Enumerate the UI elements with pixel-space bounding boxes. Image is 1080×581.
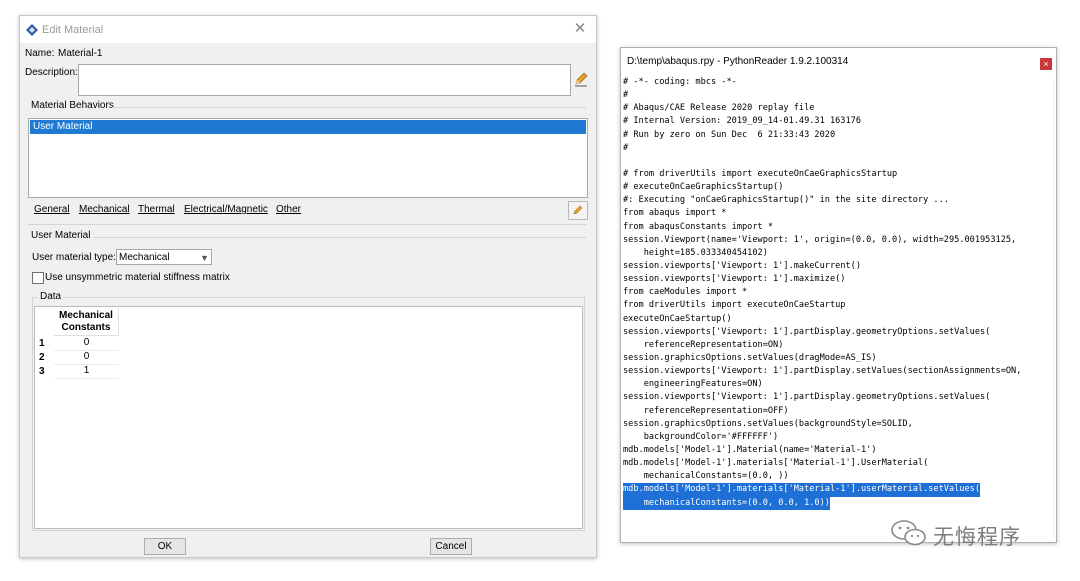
code-line: # Abaqus/CAE Release 2020 replay file [623,103,815,114]
table-cell[interactable]: 1 [54,364,119,379]
close-icon[interactable]: ✕ [572,21,588,37]
material-name: Material-1 [58,48,103,59]
code-line: # -*- coding: mbcs -*- [623,77,737,87]
code-line: session.graphicsOptions.setValues(backgr… [623,418,913,429]
menu-electrical-magnetic[interactable]: Electrical/Magnetic [184,204,268,215]
divider [28,224,586,225]
code-line: # executeOnCaeGraphicsStartup() [623,182,784,193]
code-line: backgroundColor='#FFFFFF') [623,431,779,442]
divider [94,237,586,238]
menu-other[interactable]: Other [276,204,301,215]
dialog-titlebar[interactable]: Edit Material ✕ [20,16,596,43]
code-line: from caeModules import * [623,287,748,298]
selection-highlight: mechanicalConstants=(0.0, 0.0, 1.0)) [623,496,830,510]
code-line: session.viewports['Viewport: 1'].makeCur… [623,260,861,271]
divider [1053,78,1054,538]
description-field[interactable] [78,64,571,96]
edit-behavior-button[interactable] [568,201,588,220]
menu-mechanical[interactable]: Mechanical [79,204,130,215]
code-line: referenceRepresentation=ON) [623,339,784,350]
python-reader-window: D:\temp\abaqus.rpy - PythonReader 1.9.2.… [620,47,1057,543]
menu-thermal[interactable]: Thermal [138,204,175,215]
code-view[interactable]: # -*- coding: mbcs -*- # # Abaqus/CAE Rele… [623,76,1053,510]
code-line: session.Viewport(name='Viewport: 1', ori… [623,234,1017,245]
material-type-select[interactable]: Mechanical ▼ [116,249,212,265]
close-icon[interactable]: × [1040,58,1052,70]
material-type-value: Mechanical [119,252,170,263]
code-line: # [623,90,629,101]
dialog-title: Edit Material [42,24,104,36]
code-line: session.viewports['Viewport: 1'].maximiz… [623,274,846,285]
code-line: # Internal Version: 2019_09_14-01.49.31 … [623,116,861,127]
divider [112,107,586,108]
cancel-button[interactable]: Cancel [430,538,472,555]
table-cell[interactable]: 0 [54,350,119,365]
description-label: Description: [25,67,78,78]
python-reader-titlebar[interactable]: D:\temp\abaqus.rpy - PythonReader 1.9.2.… [621,48,1056,74]
material-behaviors-title: Material Behaviors [31,100,114,111]
name-label: Name: [25,48,55,59]
menu-general[interactable]: General [34,204,70,215]
code-line: from abaqusConstants import * [623,221,774,232]
code-line: referenceRepresentation=OFF) [623,405,789,416]
table-cell[interactable]: 0 [54,336,119,351]
behavior-item-user-material[interactable]: User Material [30,120,586,134]
watermark-text: 无悔程序 [933,525,1021,549]
edit-material-dialog: Edit Material ✕ Name: Material-1 Descrip… [19,15,597,558]
unsymmetric-label: Use unsymmetric material stiffness matri… [45,272,230,283]
code-line: # [623,142,629,153]
column-header-mechanical-constants: Mechanical Constants [54,308,119,336]
code-line: executeOnCaeStartup() [623,313,732,324]
code-line: mechanicalConstants=(0.0, )) [623,471,789,482]
ok-button[interactable]: OK [144,538,186,555]
code-line-highlighted: mechanicalConstants=(0.0, 0.0, 1.0)) [623,496,1053,510]
row-index: 2 [39,352,45,363]
code-line: session.viewports['Viewport: 1'].partDis… [623,366,1022,377]
code-line: height=185.033340454102) [623,247,768,258]
abaqus-logo-icon [26,24,38,36]
code-line: session.viewports['Viewport: 1'].partDis… [623,326,991,337]
python-reader-title: D:\temp\abaqus.rpy - PythonReader 1.9.2.… [627,56,849,67]
code-line: engineeringFeatures=ON) [623,379,763,390]
code-line: # from driverUtils import executeOnCaeGr… [623,168,898,179]
unsymmetric-checkbox[interactable] [32,272,44,284]
code-line: mdb.models['Model-1'].materials['Materia… [623,458,929,469]
code-line: #: Executing "onCaeGraphicsStartup()" in… [623,195,949,206]
material-type-label: User material type: [32,252,116,263]
selection-highlight: mdb.models['Model-1'].materials['Materia… [623,483,980,497]
code-line: from abaqus import * [623,208,727,219]
code-line: session.viewports['Viewport: 1'].partDis… [623,392,991,403]
user-material-title: User Material [31,230,91,241]
data-title: Data [38,291,64,302]
code-line: session.graphicsOptions.setValues(dragMo… [623,352,877,363]
code-line: mdb.models['Model-1'].Material(name='Mat… [623,444,877,455]
behaviors-list[interactable]: User Material [28,118,588,198]
code-line-highlighted: mdb.models['Model-1'].materials['Materia… [623,483,1053,497]
pencil-icon[interactable] [573,71,589,87]
chevron-down-icon: ▼ [200,253,209,263]
wechat-icon [891,520,926,546]
watermark: 无悔程序 [889,518,1020,549]
row-index: 3 [39,366,45,377]
pencil-icon [573,205,583,215]
code-line: from driverUtils import executeOnCaeStar… [623,300,846,311]
code-line: # Run by zero on Sun Dec 6 21:33:43 2020 [623,129,836,140]
row-index: 1 [39,338,45,349]
